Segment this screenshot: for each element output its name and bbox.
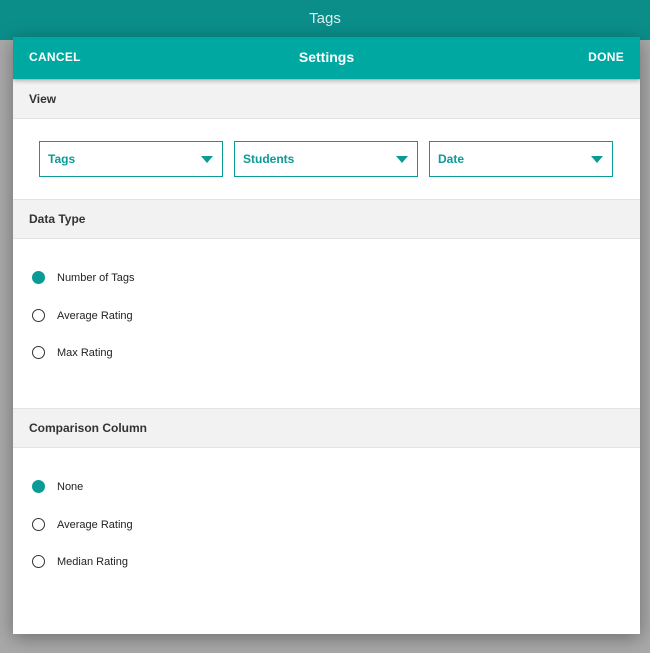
comparison-section-header: Comparison Column — [13, 408, 640, 448]
dialog-header: CANCEL Settings DONE — [13, 37, 640, 79]
radio-label: Median Rating — [57, 556, 128, 568]
app-bar: Tags — [0, 0, 650, 40]
app-bar-title: Tags — [309, 10, 341, 27]
settings-dialog: CANCEL Settings DONE View Tags Students … — [13, 37, 640, 634]
radio-unchecked-icon[interactable] — [32, 517, 45, 531]
radio-label: Number of Tags — [57, 272, 135, 284]
radio-option-average-rating[interactable]: Average Rating — [13, 297, 640, 335]
select-value: Date — [438, 152, 465, 166]
radio-label: Average Rating — [57, 518, 133, 531]
view-selects-row: Tags Students Date — [13, 119, 640, 199]
radio-option-max-rating[interactable]: Max Rating — [13, 334, 640, 372]
view-select-date[interactable]: Date — [429, 141, 613, 177]
chevron-down-icon — [591, 156, 603, 163]
view-select-students[interactable]: Students — [234, 141, 418, 177]
select-value: Students — [243, 152, 295, 166]
done-button[interactable]: DONE — [588, 37, 624, 79]
chevron-down-icon — [201, 156, 213, 163]
radio-checked-icon[interactable] — [32, 271, 45, 284]
select-value: Tags — [48, 152, 76, 166]
comparison-radio-group: None Average Rating Median Rating — [13, 448, 640, 634]
radio-unchecked-icon[interactable] — [32, 308, 45, 322]
radio-label: None — [57, 481, 84, 493]
radio-unchecked-icon[interactable] — [32, 555, 45, 568]
data-type-radio-group: Number of Tags Average Rating Max Rating — [13, 239, 640, 408]
view-select-tags[interactable]: Tags — [39, 141, 223, 177]
view-section-header: View — [13, 79, 640, 119]
dialog-title: Settings — [298, 49, 355, 65]
radio-option-average-rating[interactable]: Average Rating — [13, 506, 640, 544]
radio-option-number-of-tags[interactable]: Number of Tags — [13, 259, 640, 297]
radio-label: Average Rating — [57, 309, 133, 322]
radio-label: Max Rating — [57, 347, 113, 359]
radio-option-median-rating[interactable]: Median Rating — [13, 543, 640, 581]
radio-checked-icon[interactable] — [32, 480, 45, 493]
radio-option-none[interactable]: None — [13, 468, 640, 506]
radio-unchecked-icon[interactable] — [32, 346, 45, 359]
chevron-down-icon — [396, 156, 408, 163]
data-type-section-header: Data Type — [13, 199, 640, 239]
